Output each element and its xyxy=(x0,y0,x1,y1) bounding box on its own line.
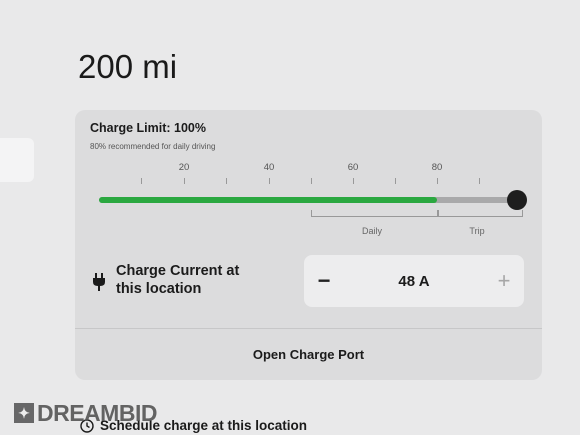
daily-zone-label: Daily xyxy=(361,226,383,236)
tick-label-60: 60 xyxy=(347,162,359,173)
charge-limit-subtitle: 80% recommended for daily driving xyxy=(90,142,216,151)
tick-label-80: 80 xyxy=(431,162,443,173)
decrease-current-button[interactable]: − xyxy=(304,255,344,307)
charge-current-value: 48 A xyxy=(398,272,430,290)
increase-current-button[interactable]: + xyxy=(484,255,524,307)
tick-label-20: 20 xyxy=(178,162,190,173)
daily-range-bracket xyxy=(311,210,439,217)
charge-current-stepper: − 48 A + xyxy=(304,255,524,307)
trip-zone-label: Trip xyxy=(469,226,485,236)
slider-tick xyxy=(353,178,354,184)
tick-label-40: 40 xyxy=(263,162,275,173)
charge-current-label: Charge Current at this location xyxy=(116,263,240,297)
logo-mark-icon: ✦ xyxy=(14,403,34,423)
plug-icon xyxy=(93,273,105,291)
slider-tick xyxy=(141,178,142,184)
charge-limit-title: Charge Limit: 100% xyxy=(90,121,207,135)
slider-tick xyxy=(437,178,438,184)
charge-settings-card: Charge Limit: 100% 80% recommended for d… xyxy=(75,110,542,380)
slider-tick xyxy=(269,178,270,184)
range-estimate: 200 mi xyxy=(78,48,178,85)
slider-tick xyxy=(395,178,396,184)
watermark-logo: ✦ DREAMBID xyxy=(14,400,157,426)
trip-range-bracket xyxy=(437,210,523,217)
slider-tick xyxy=(311,178,312,184)
slider-fill xyxy=(99,197,437,203)
slider-tick xyxy=(479,178,480,184)
side-tab[interactable] xyxy=(0,138,34,182)
slider-handle[interactable] xyxy=(507,190,527,210)
logo-text: DREAMBID xyxy=(37,399,157,426)
open-charge-port-button[interactable]: Open Charge Port xyxy=(75,329,542,380)
slider-tick xyxy=(226,178,227,184)
slider-tick xyxy=(184,178,185,184)
charge-limit-slider[interactable] xyxy=(99,190,527,210)
